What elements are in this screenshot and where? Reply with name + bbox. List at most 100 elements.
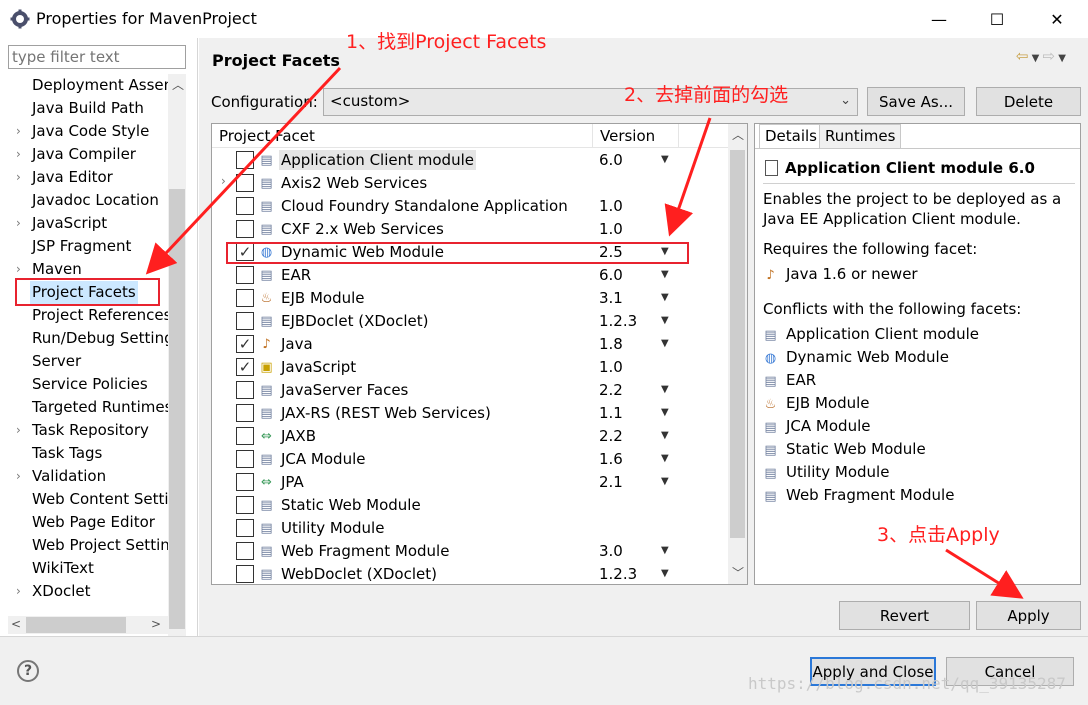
- sidebar-item[interactable]: Targeted Runtimes: [0, 396, 168, 419]
- facet-version[interactable]: 1.0: [599, 357, 623, 377]
- filter-input[interactable]: [8, 45, 186, 69]
- facet-version[interactable]: 2.2: [599, 426, 623, 446]
- version-dropdown-icon[interactable]: ▼: [661, 265, 669, 285]
- forward-arrow-icon[interactable]: ⇨: [1043, 47, 1056, 65]
- scroll-right-icon[interactable]: >: [151, 617, 161, 631]
- expand-chevron-icon[interactable]: ›: [221, 174, 226, 188]
- facet-row[interactable]: ▤ Application Client module 6.0 ▼: [212, 149, 728, 172]
- facet-version[interactable]: 3.1: [599, 288, 623, 308]
- facet-row[interactable]: ▤ JavaServer Faces 2.2 ▼: [212, 379, 728, 402]
- tab-details[interactable]: Details: [759, 124, 824, 148]
- facet-scroll-thumb[interactable]: [730, 150, 745, 538]
- facet-row[interactable]: ✓ ▣ JavaScript 1.0: [212, 356, 728, 379]
- sidebar-item[interactable]: Web Content Setti: [0, 488, 168, 511]
- help-icon[interactable]: ?: [17, 660, 39, 682]
- facet-row[interactable]: ⇔ JAXB 2.2 ▼: [212, 425, 728, 448]
- chevron-right-icon[interactable]: ›: [16, 580, 21, 603]
- scroll-up-icon[interactable]: ︿: [172, 76, 184, 93]
- sidebar-item[interactable]: JSP Fragment: [0, 235, 168, 258]
- sidebar-item[interactable]: Run/Debug Settings: [0, 327, 168, 350]
- facet-checkbox[interactable]: [236, 266, 254, 284]
- facet-checkbox[interactable]: [236, 519, 254, 537]
- sidebar-item[interactable]: Java Build Path: [0, 97, 168, 120]
- facet-table-scrollbar[interactable]: ︿ ﹀: [728, 124, 747, 584]
- facet-row[interactable]: ▤ EJBDoclet (XDoclet) 1.2.3 ▼: [212, 310, 728, 333]
- facet-row[interactable]: ▤ WebDoclet (XDoclet) 1.2.3 ▼: [212, 563, 728, 584]
- facet-version[interactable]: 2.1: [599, 472, 623, 492]
- facet-checkbox[interactable]: [236, 381, 254, 399]
- facet-version[interactable]: 1.2.3: [599, 564, 637, 584]
- sidebar-item[interactable]: Javadoc Location: [0, 189, 168, 212]
- sidebar-item[interactable]: Web Project Settin: [0, 534, 168, 557]
- back-menu-icon[interactable]: ▼: [1028, 53, 1042, 64]
- version-dropdown-icon[interactable]: ▼: [661, 311, 669, 331]
- apply-button[interactable]: Apply: [976, 601, 1081, 630]
- minimize-button[interactable]: —: [916, 0, 962, 38]
- delete-button[interactable]: Delete: [976, 87, 1081, 116]
- version-dropdown-icon[interactable]: ▼: [661, 426, 669, 446]
- facet-version[interactable]: 1.6: [599, 449, 623, 469]
- chevron-right-icon[interactable]: ›: [16, 143, 21, 166]
- sidebar-item[interactable]: › Validation: [0, 465, 168, 488]
- facet-version[interactable]: 1.8: [599, 334, 623, 354]
- version-dropdown-icon[interactable]: ▼: [661, 334, 669, 354]
- facet-row[interactable]: ✓ ♪ Java 1.8 ▼: [212, 333, 728, 356]
- facet-checkbox[interactable]: ✓: [236, 335, 254, 353]
- facet-row[interactable]: ▤ EAR 6.0 ▼: [212, 264, 728, 287]
- facet-row[interactable]: ⇔ JPA 2.1 ▼: [212, 471, 728, 494]
- facet-row[interactable]: ▤ Static Web Module: [212, 494, 728, 517]
- facet-row[interactable]: ▤ JAX-RS (REST Web Services) 1.1 ▼: [212, 402, 728, 425]
- chevron-right-icon[interactable]: ›: [16, 419, 21, 442]
- back-arrow-icon[interactable]: ⇦: [1016, 47, 1029, 65]
- facet-row[interactable]: ▤ CXF 2.x Web Services 1.0: [212, 218, 728, 241]
- facet-checkbox[interactable]: [236, 151, 254, 169]
- facet-version[interactable]: 3.0: [599, 541, 623, 561]
- sidebar-item[interactable]: Web Page Editor: [0, 511, 168, 534]
- facet-checkbox[interactable]: [236, 174, 254, 192]
- facet-version[interactable]: 1.1: [599, 403, 623, 423]
- facet-checkbox[interactable]: [236, 565, 254, 583]
- facet-row[interactable]: ▤ Cloud Foundry Standalone Application 1.0: [212, 195, 728, 218]
- sidebar-item[interactable]: Project References: [0, 304, 168, 327]
- forward-menu-icon[interactable]: ▼: [1055, 53, 1066, 64]
- facet-checkbox[interactable]: [236, 496, 254, 514]
- facet-checkbox[interactable]: ✓: [236, 358, 254, 376]
- column-header-version[interactable]: Version: [600, 127, 655, 145]
- version-dropdown-icon[interactable]: ▼: [661, 403, 669, 423]
- facet-version[interactable]: 1.2.3: [599, 311, 637, 331]
- sidebar-vertical-scrollbar[interactable]: ︿ ﹀: [168, 74, 186, 654]
- sidebar-item[interactable]: › Java Compiler: [0, 143, 168, 166]
- facet-checkbox[interactable]: [236, 312, 254, 330]
- version-dropdown-icon[interactable]: ▼: [661, 288, 669, 308]
- facet-checkbox[interactable]: [236, 450, 254, 468]
- sidebar-item[interactable]: Server: [0, 350, 168, 373]
- chevron-right-icon[interactable]: ›: [16, 120, 21, 143]
- save-as-button[interactable]: Save As...: [867, 87, 965, 116]
- facet-version[interactable]: 1.0: [599, 219, 623, 239]
- sidebar-item[interactable]: Deployment Assen: [0, 74, 168, 97]
- facet-row[interactable]: ▤ Utility Module: [212, 517, 728, 540]
- sidebar-item[interactable]: › Task Repository: [0, 419, 168, 442]
- sidebar-scroll-thumb[interactable]: [169, 189, 185, 629]
- chevron-right-icon[interactable]: ›: [16, 465, 21, 488]
- version-dropdown-icon[interactable]: ▼: [661, 564, 669, 584]
- version-dropdown-icon[interactable]: ▼: [661, 380, 669, 400]
- version-dropdown-icon[interactable]: ▼: [661, 449, 669, 469]
- tab-runtimes[interactable]: Runtimes: [819, 124, 902, 148]
- chevron-right-icon[interactable]: ›: [16, 166, 21, 189]
- sidebar-item[interactable]: › Java Code Style: [0, 120, 168, 143]
- scroll-left-icon[interactable]: <: [11, 617, 21, 631]
- maximize-button[interactable]: ☐: [974, 0, 1020, 38]
- facet-version[interactable]: 6.0: [599, 265, 623, 285]
- sidebar-item[interactable]: Service Policies: [0, 373, 168, 396]
- facet-checkbox[interactable]: [236, 427, 254, 445]
- scroll-down-icon[interactable]: ﹀: [732, 564, 744, 581]
- facet-row[interactable]: › ▤ Axis2 Web Services: [212, 172, 728, 195]
- facet-checkbox[interactable]: [236, 220, 254, 238]
- facet-version[interactable]: 2.2: [599, 380, 623, 400]
- sidebar-item[interactable]: › Java Editor: [0, 166, 168, 189]
- facet-row[interactable]: ▤ JCA Module 1.6 ▼: [212, 448, 728, 471]
- sidebar-item[interactable]: WikiText: [0, 557, 168, 580]
- version-dropdown-icon[interactable]: ▼: [661, 150, 669, 170]
- sidebar-horizontal-scrollbar[interactable]: < >: [8, 616, 168, 634]
